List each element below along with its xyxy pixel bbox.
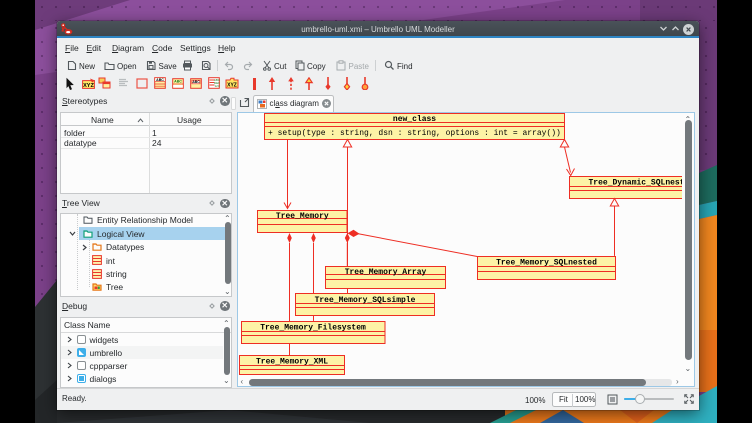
svg-text:XYZ: XYZ: [227, 83, 237, 89]
svg-text:XYZ: XYZ: [83, 83, 94, 89]
svg-text:ABC: ABC: [192, 80, 200, 84]
svg-text:Tree_Memory_SQLsimple: Tree_Memory_SQLsimple: [314, 296, 415, 305]
svg-text:Tree_Dynamic_SQLnested: Tree_Dynamic_SQLnested: [588, 179, 682, 188]
svg-text:Tree_Memory_SQLnested: Tree_Memory_SQLnested: [496, 259, 597, 268]
svg-text:Tree_Memory: Tree_Memory: [275, 212, 328, 221]
svg-text:ABC: ABC: [174, 79, 182, 83]
svg-text:new_class: new_class: [392, 115, 435, 124]
svg-text:Tree_Memory_Filesystem: Tree_Memory_Filesystem: [260, 324, 366, 333]
svg-text:+ setup(type : string, dsn : s: + setup(type : string, dsn : string, opt…: [268, 129, 561, 138]
svg-text:Tree_Memory_XML: Tree_Memory_XML: [255, 358, 327, 367]
svg-text:Tree_Memory_Array: Tree_Memory_Array: [344, 268, 426, 277]
svg-text:ABC: ABC: [156, 78, 164, 82]
svg-text:123: 123: [214, 84, 219, 88]
